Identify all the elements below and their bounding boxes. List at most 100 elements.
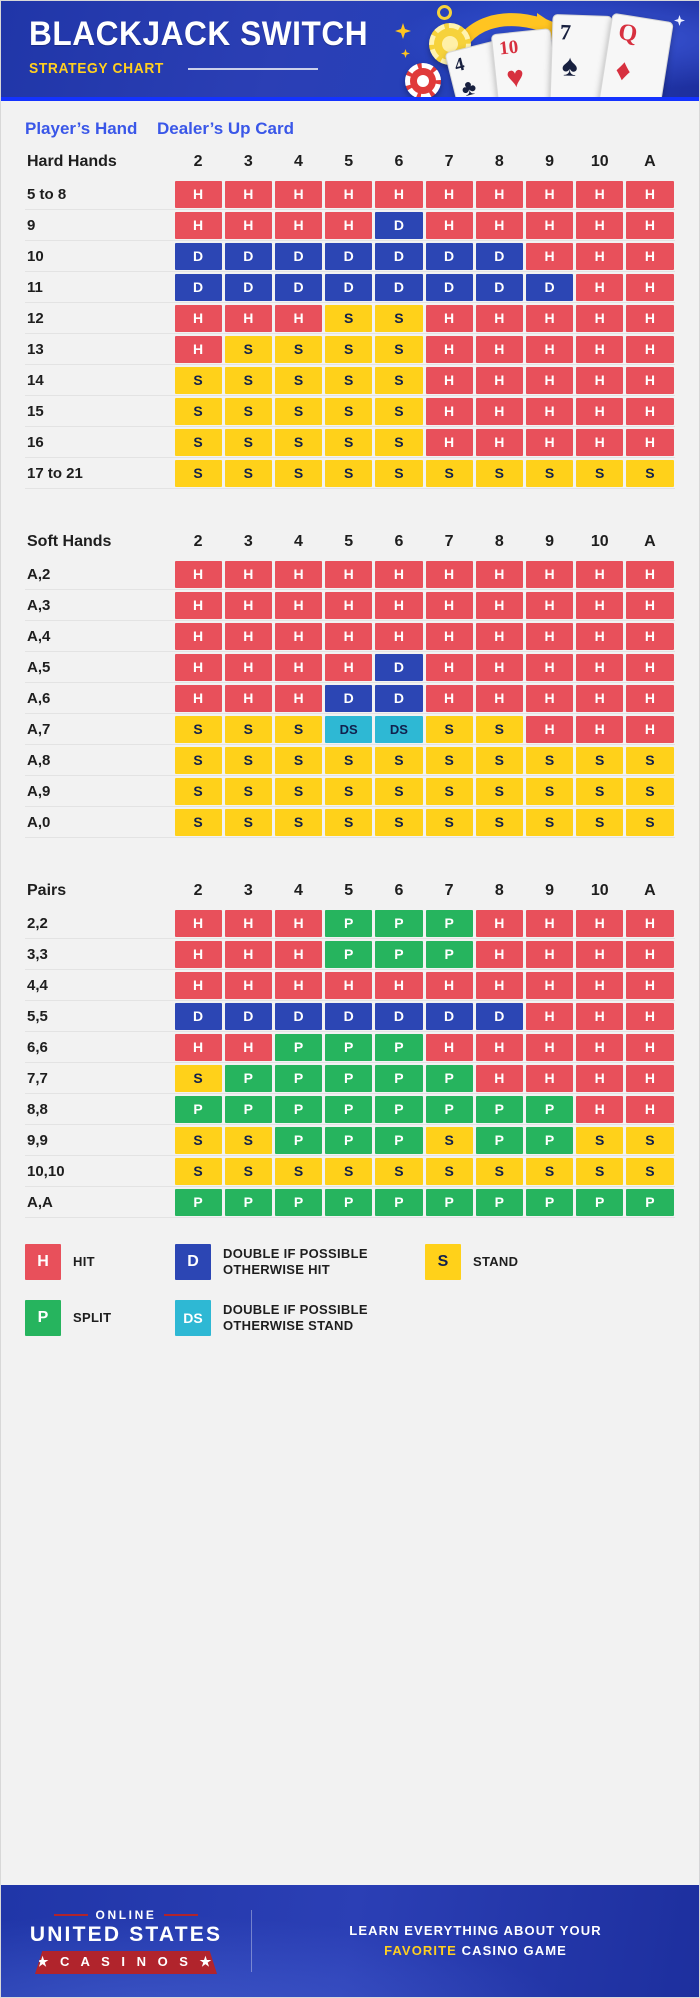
strategy-cell: H: [425, 335, 473, 363]
strategy-cell: D: [375, 273, 423, 301]
dealer-card-header-3: 3: [243, 533, 253, 550]
strategy-cell: H: [224, 940, 272, 968]
strategy-cell: D: [525, 273, 574, 301]
page-header: BLACKJACK SWITCH STRATEGY CHART 4 ♣ 10 ♥…: [1, 1, 699, 101]
page-footer: ONLINE UNITED STATES ★ C A S I N O S ★ L…: [1, 1885, 699, 1997]
strategy-cell: H: [375, 180, 423, 208]
dealer-card-header-4: 4: [294, 533, 303, 550]
strategy-cell: H: [325, 622, 373, 650]
strategy-cell: H: [475, 622, 523, 650]
strategy-cell: S: [626, 746, 674, 774]
row-cells: HHHHDHHHHH: [173, 653, 675, 681]
strategy-cell: H: [425, 366, 473, 394]
legend-label-line2: OTHERWISE STAND: [223, 1318, 354, 1333]
strategy-cell: H: [475, 304, 523, 332]
strategy-cell: S: [475, 459, 523, 487]
strategy-cell: H: [525, 653, 574, 681]
strategy-cell: P: [425, 940, 473, 968]
strategy-cell: S: [325, 746, 373, 774]
strategy-cell: S: [576, 1126, 624, 1154]
card-suit: ♦: [613, 53, 634, 89]
strategy-cell: DS: [325, 715, 373, 743]
strategy-cell: H: [174, 180, 222, 208]
strategy-cell: P: [525, 1095, 574, 1123]
strategy-cell: H: [224, 180, 272, 208]
strategy-cell: D: [425, 273, 473, 301]
strategy-cell: H: [475, 1064, 523, 1092]
table-row: A,6 H H H D D H H H H H: [25, 683, 675, 714]
legend-label-double-stand: DOUBLE IF POSSIBLE OTHERWISE STAND: [223, 1302, 368, 1334]
strategy-cell: P: [425, 909, 473, 937]
strategy-cell: S: [375, 777, 423, 805]
subtitle-rule: [187, 67, 318, 70]
row-label: 5 to 8: [27, 185, 67, 203]
row-label: 10,10: [27, 1162, 65, 1180]
strategy-cell: H: [174, 622, 222, 650]
strategy-cell: P: [375, 1033, 423, 1061]
table-row: A,4 H H H H H H H H H H: [25, 621, 675, 652]
row-label: 12: [27, 309, 44, 327]
legend-item-split: P SPLIT: [25, 1300, 175, 1336]
strategy-cell: P: [375, 1126, 423, 1154]
row-label: 4,4: [27, 976, 48, 994]
strategy-cell: H: [224, 909, 272, 937]
strategy-cell: S: [325, 459, 373, 487]
table-row: A,8 S S S S S S S S S S: [25, 745, 675, 776]
strategy-cell: H: [626, 560, 674, 588]
row-label: 13: [27, 340, 44, 358]
strategy-cell: H: [375, 622, 423, 650]
strategy-cell: D: [475, 1002, 523, 1030]
subtitle-row: STRATEGY CHART: [29, 60, 394, 77]
strategy-cell: S: [325, 1157, 373, 1185]
strategy-cell: H: [475, 909, 523, 937]
dealer-card-header-cells: 2 3 4 5 6 7 8 9 10 A: [173, 150, 675, 174]
dealer-card-header-cells: 2 3 4 5 6 7 8 9 10 A: [173, 879, 675, 903]
row-cells: HHHHDHHHHH: [173, 211, 675, 239]
strategy-cell: H: [325, 180, 373, 208]
table-row: A,2 H H H H H H H H H H: [25, 559, 675, 590]
strategy-cell: S: [325, 428, 373, 456]
strategy-cell: H: [626, 940, 674, 968]
legend-label-double-hit: DOUBLE IF POSSIBLE OTHERWISE HIT: [223, 1246, 368, 1278]
table-row: 15 S S S S S H H H H H: [25, 396, 675, 427]
strategy-cell: S: [224, 428, 272, 456]
table-row: 10,10 S S S S S S S S S S: [25, 1156, 675, 1187]
strategy-cell: S: [576, 746, 624, 774]
strategy-cell: D: [375, 211, 423, 239]
strategy-cell: S: [274, 335, 323, 363]
strategy-cell: H: [325, 653, 373, 681]
strategy-cell: H: [475, 335, 523, 363]
row-cells: SSSSSSSSSS: [173, 808, 675, 836]
strategy-cell: H: [626, 1064, 674, 1092]
legend-swatch-double-stand: DS: [175, 1300, 211, 1336]
strategy-cell: H: [525, 560, 574, 588]
page-title: BLACKJACK SWITCH: [29, 15, 369, 53]
strategy-cell: H: [425, 560, 473, 588]
row-label: A,8: [27, 751, 51, 769]
legend-label-hit: HIT: [73, 1254, 95, 1269]
strategy-cell: H: [525, 397, 574, 425]
strategy-cell: S: [425, 715, 473, 743]
row-cells: HSSSSHHHHH: [173, 335, 675, 363]
strategy-cell: H: [576, 366, 624, 394]
strategy-cell: H: [525, 335, 574, 363]
strategy-cell: S: [525, 459, 574, 487]
strategy-cell: D: [325, 1002, 373, 1030]
dealer-card-header-2: 2: [193, 153, 203, 170]
strategy-cell: S: [525, 777, 574, 805]
section-header-row: Pairs 2 3 4 5 6 7 8 9 10 A: [25, 874, 675, 908]
strategy-cell: S: [224, 746, 272, 774]
row-cells: PPPPPPPPPP: [173, 1188, 675, 1216]
legend-label-split: SPLIT: [73, 1310, 112, 1325]
strategy-cell: D: [274, 273, 323, 301]
strategy-cell: H: [626, 715, 674, 743]
strategy-cell: H: [274, 971, 323, 999]
strategy-cell: H: [174, 1033, 222, 1061]
brand-dash-left: [53, 1914, 88, 1916]
strategy-cell: P: [525, 1126, 574, 1154]
strategy-cell: D: [325, 273, 373, 301]
strategy-cell: H: [475, 940, 523, 968]
strategy-cell: S: [224, 366, 272, 394]
strategy-cell: H: [274, 622, 323, 650]
